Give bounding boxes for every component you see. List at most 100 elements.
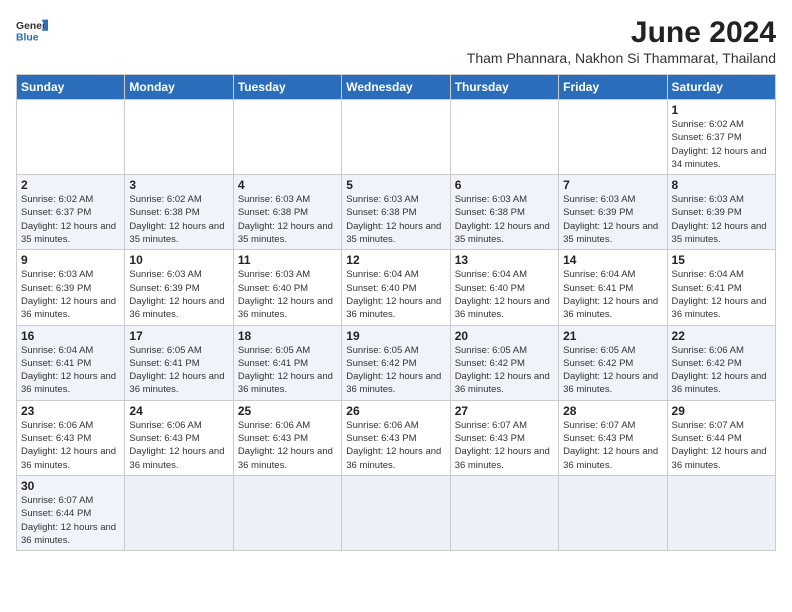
day-number: 22 bbox=[672, 329, 771, 343]
logo: General Blue bbox=[16, 16, 48, 44]
day-sun-info: Sunrise: 6:04 AMSunset: 6:40 PMDaylight:… bbox=[455, 268, 554, 321]
day-sun-info: Sunrise: 6:02 AMSunset: 6:38 PMDaylight:… bbox=[129, 193, 228, 246]
day-sun-info: Sunrise: 6:05 AMSunset: 6:42 PMDaylight:… bbox=[455, 344, 554, 397]
col-tuesday: Tuesday bbox=[233, 75, 341, 100]
generalblue-logo-icon: General Blue bbox=[16, 16, 48, 44]
table-row: 22Sunrise: 6:06 AMSunset: 6:42 PMDayligh… bbox=[667, 325, 775, 400]
day-number: 23 bbox=[21, 404, 120, 418]
day-sun-info: Sunrise: 6:03 AMSunset: 6:39 PMDaylight:… bbox=[672, 193, 771, 246]
day-sun-info: Sunrise: 6:07 AMSunset: 6:43 PMDaylight:… bbox=[455, 419, 554, 472]
day-number: 11 bbox=[238, 253, 337, 267]
svg-text:Blue: Blue bbox=[16, 32, 39, 43]
table-row bbox=[559, 475, 667, 550]
table-row: 25Sunrise: 6:06 AMSunset: 6:43 PMDayligh… bbox=[233, 400, 341, 475]
table-row: 30Sunrise: 6:07 AMSunset: 6:44 PMDayligh… bbox=[17, 475, 125, 550]
location-subtitle: Tham Phannara, Nakhon Si Thammarat, Thai… bbox=[467, 50, 776, 66]
day-number: 7 bbox=[563, 178, 662, 192]
col-friday: Friday bbox=[559, 75, 667, 100]
table-row: 17Sunrise: 6:05 AMSunset: 6:41 PMDayligh… bbox=[125, 325, 233, 400]
day-sun-info: Sunrise: 6:04 AMSunset: 6:41 PMDaylight:… bbox=[563, 268, 662, 321]
day-sun-info: Sunrise: 6:03 AMSunset: 6:38 PMDaylight:… bbox=[346, 193, 445, 246]
day-sun-info: Sunrise: 6:03 AMSunset: 6:39 PMDaylight:… bbox=[21, 268, 120, 321]
col-saturday: Saturday bbox=[667, 75, 775, 100]
day-number: 19 bbox=[346, 329, 445, 343]
day-sun-info: Sunrise: 6:03 AMSunset: 6:40 PMDaylight:… bbox=[238, 268, 337, 321]
day-number: 21 bbox=[563, 329, 662, 343]
table-row bbox=[17, 100, 125, 175]
page-header: General Blue June 2024 Tham Phannara, Na… bbox=[16, 16, 776, 66]
table-row: 27Sunrise: 6:07 AMSunset: 6:43 PMDayligh… bbox=[450, 400, 558, 475]
table-row: 23Sunrise: 6:06 AMSunset: 6:43 PMDayligh… bbox=[17, 400, 125, 475]
table-row: 24Sunrise: 6:06 AMSunset: 6:43 PMDayligh… bbox=[125, 400, 233, 475]
day-sun-info: Sunrise: 6:06 AMSunset: 6:42 PMDaylight:… bbox=[672, 344, 771, 397]
table-row: 7Sunrise: 6:03 AMSunset: 6:39 PMDaylight… bbox=[559, 175, 667, 250]
title-block: June 2024 Tham Phannara, Nakhon Si Thamm… bbox=[467, 16, 776, 66]
day-number: 29 bbox=[672, 404, 771, 418]
calendar-week-row: 30Sunrise: 6:07 AMSunset: 6:44 PMDayligh… bbox=[17, 475, 776, 550]
table-row: 11Sunrise: 6:03 AMSunset: 6:40 PMDayligh… bbox=[233, 250, 341, 325]
day-sun-info: Sunrise: 6:06 AMSunset: 6:43 PMDaylight:… bbox=[21, 419, 120, 472]
table-row: 20Sunrise: 6:05 AMSunset: 6:42 PMDayligh… bbox=[450, 325, 558, 400]
day-number: 1 bbox=[672, 103, 771, 117]
day-sun-info: Sunrise: 6:05 AMSunset: 6:42 PMDaylight:… bbox=[563, 344, 662, 397]
day-sun-info: Sunrise: 6:06 AMSunset: 6:43 PMDaylight:… bbox=[238, 419, 337, 472]
table-row bbox=[559, 100, 667, 175]
table-row: 15Sunrise: 6:04 AMSunset: 6:41 PMDayligh… bbox=[667, 250, 775, 325]
day-number: 12 bbox=[346, 253, 445, 267]
table-row bbox=[667, 475, 775, 550]
day-sun-info: Sunrise: 6:02 AMSunset: 6:37 PMDaylight:… bbox=[21, 193, 120, 246]
day-number: 25 bbox=[238, 404, 337, 418]
col-wednesday: Wednesday bbox=[342, 75, 450, 100]
table-row bbox=[342, 475, 450, 550]
day-number: 27 bbox=[455, 404, 554, 418]
table-row bbox=[125, 475, 233, 550]
day-sun-info: Sunrise: 6:05 AMSunset: 6:41 PMDaylight:… bbox=[129, 344, 228, 397]
table-row: 12Sunrise: 6:04 AMSunset: 6:40 PMDayligh… bbox=[342, 250, 450, 325]
day-sun-info: Sunrise: 6:04 AMSunset: 6:41 PMDaylight:… bbox=[672, 268, 771, 321]
table-row: 1Sunrise: 6:02 AMSunset: 6:37 PMDaylight… bbox=[667, 100, 775, 175]
calendar-week-row: 16Sunrise: 6:04 AMSunset: 6:41 PMDayligh… bbox=[17, 325, 776, 400]
table-row: 4Sunrise: 6:03 AMSunset: 6:38 PMDaylight… bbox=[233, 175, 341, 250]
table-row: 10Sunrise: 6:03 AMSunset: 6:39 PMDayligh… bbox=[125, 250, 233, 325]
day-number: 13 bbox=[455, 253, 554, 267]
col-thursday: Thursday bbox=[450, 75, 558, 100]
day-number: 24 bbox=[129, 404, 228, 418]
day-number: 28 bbox=[563, 404, 662, 418]
day-sun-info: Sunrise: 6:03 AMSunset: 6:39 PMDaylight:… bbox=[129, 268, 228, 321]
calendar-header-row: Sunday Monday Tuesday Wednesday Thursday… bbox=[17, 75, 776, 100]
table-row: 8Sunrise: 6:03 AMSunset: 6:39 PMDaylight… bbox=[667, 175, 775, 250]
month-year-title: June 2024 bbox=[467, 16, 776, 50]
day-sun-info: Sunrise: 6:04 AMSunset: 6:40 PMDaylight:… bbox=[346, 268, 445, 321]
table-row: 3Sunrise: 6:02 AMSunset: 6:38 PMDaylight… bbox=[125, 175, 233, 250]
day-number: 2 bbox=[21, 178, 120, 192]
day-sun-info: Sunrise: 6:03 AMSunset: 6:39 PMDaylight:… bbox=[563, 193, 662, 246]
day-sun-info: Sunrise: 6:02 AMSunset: 6:37 PMDaylight:… bbox=[672, 118, 771, 171]
calendar-week-row: 1Sunrise: 6:02 AMSunset: 6:37 PMDaylight… bbox=[17, 100, 776, 175]
day-sun-info: Sunrise: 6:06 AMSunset: 6:43 PMDaylight:… bbox=[129, 419, 228, 472]
day-number: 5 bbox=[346, 178, 445, 192]
day-number: 17 bbox=[129, 329, 228, 343]
day-sun-info: Sunrise: 6:05 AMSunset: 6:42 PMDaylight:… bbox=[346, 344, 445, 397]
calendar-week-row: 2Sunrise: 6:02 AMSunset: 6:37 PMDaylight… bbox=[17, 175, 776, 250]
col-sunday: Sunday bbox=[17, 75, 125, 100]
table-row: 2Sunrise: 6:02 AMSunset: 6:37 PMDaylight… bbox=[17, 175, 125, 250]
day-sun-info: Sunrise: 6:07 AMSunset: 6:44 PMDaylight:… bbox=[21, 494, 120, 547]
table-row: 18Sunrise: 6:05 AMSunset: 6:41 PMDayligh… bbox=[233, 325, 341, 400]
table-row: 19Sunrise: 6:05 AMSunset: 6:42 PMDayligh… bbox=[342, 325, 450, 400]
day-number: 14 bbox=[563, 253, 662, 267]
day-number: 18 bbox=[238, 329, 337, 343]
table-row: 13Sunrise: 6:04 AMSunset: 6:40 PMDayligh… bbox=[450, 250, 558, 325]
day-sun-info: Sunrise: 6:04 AMSunset: 6:41 PMDaylight:… bbox=[21, 344, 120, 397]
day-number: 4 bbox=[238, 178, 337, 192]
col-monday: Monday bbox=[125, 75, 233, 100]
day-sun-info: Sunrise: 6:03 AMSunset: 6:38 PMDaylight:… bbox=[455, 193, 554, 246]
table-row: 26Sunrise: 6:06 AMSunset: 6:43 PMDayligh… bbox=[342, 400, 450, 475]
day-number: 3 bbox=[129, 178, 228, 192]
calendar-week-row: 9Sunrise: 6:03 AMSunset: 6:39 PMDaylight… bbox=[17, 250, 776, 325]
day-sun-info: Sunrise: 6:07 AMSunset: 6:43 PMDaylight:… bbox=[563, 419, 662, 472]
calendar-week-row: 23Sunrise: 6:06 AMSunset: 6:43 PMDayligh… bbox=[17, 400, 776, 475]
day-sun-info: Sunrise: 6:07 AMSunset: 6:44 PMDaylight:… bbox=[672, 419, 771, 472]
table-row bbox=[233, 100, 341, 175]
table-row: 29Sunrise: 6:07 AMSunset: 6:44 PMDayligh… bbox=[667, 400, 775, 475]
day-number: 20 bbox=[455, 329, 554, 343]
